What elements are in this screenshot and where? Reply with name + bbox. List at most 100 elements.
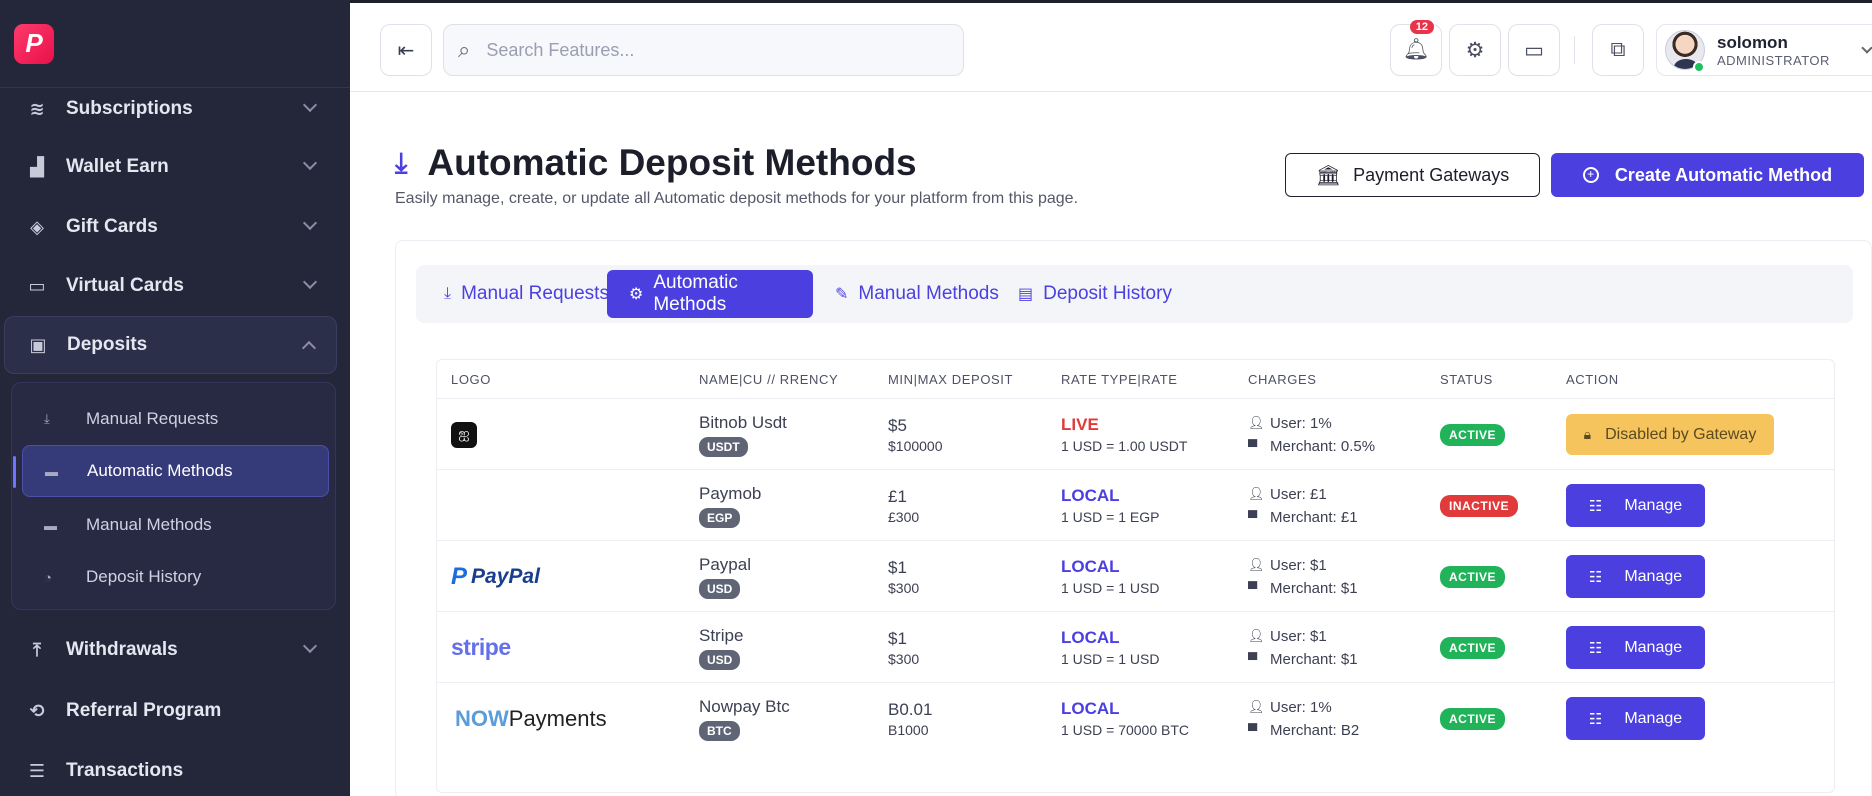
disabled-by-gateway-button[interactable]: 🔒︎ Disabled by Gateway bbox=[1566, 414, 1774, 455]
table-row: stripe Stripe USD $1 $300 LOCAL 1 USD = … bbox=[437, 611, 1834, 682]
min-deposit: $1 bbox=[888, 557, 907, 577]
rate-cell: LIVE 1 USD = 1.00 USDT bbox=[1061, 399, 1187, 470]
logo-cell: ஐ bbox=[451, 399, 477, 470]
status-badge: ACTIVE bbox=[1440, 707, 1506, 730]
rate-type: LOCAL bbox=[1061, 486, 1120, 505]
max-deposit: B1000 bbox=[888, 721, 929, 738]
charges-cell: 👤︎ User: £1 ▀ Merchant: £1 bbox=[1248, 470, 1358, 541]
nowpayments-logo: NOWPayments bbox=[455, 705, 607, 731]
submenu-item-automatic-methods[interactable]: ▬ Automatic Methods bbox=[13, 445, 329, 497]
user-icon: 👤︎ bbox=[1248, 699, 1265, 714]
rate-type: LIVE bbox=[1061, 415, 1099, 434]
download-icon: ⤓ bbox=[444, 285, 452, 302]
table-row: ஐ Bitnob Usdt USDT $5 $100000 LIVE 1 USD… bbox=[437, 398, 1834, 469]
submenu-item-deposit-history[interactable]: ◔ Deposit History bbox=[22, 551, 329, 603]
action-cell: ☷ Manage bbox=[1566, 612, 1705, 683]
deposit-limits-cell: $1 $300 bbox=[888, 612, 919, 683]
collapse-sidebar-button[interactable]: ⇤ bbox=[380, 24, 432, 76]
app-logo[interactable]: P bbox=[14, 23, 54, 64]
column-header: ACTION bbox=[1566, 371, 1619, 387]
download-icon: ⤓ bbox=[44, 411, 50, 426]
sidebar-item-virtual-cards[interactable]: ▭ Virtual Cards bbox=[4, 257, 337, 315]
sidebar-item-deposits[interactable]: ▣ Deposits bbox=[4, 316, 337, 374]
submenu-item-manual-methods[interactable]: ▬ Manual Methods bbox=[22, 499, 329, 551]
search-input[interactable] bbox=[486, 39, 927, 61]
search-bar[interactable]: ⌕ bbox=[443, 24, 964, 76]
user-role: ADMINISTRATOR bbox=[1717, 52, 1830, 68]
name-cell: Paymob EGP bbox=[699, 470, 761, 541]
tab-manual-methods[interactable]: ✎ Manual Methods bbox=[813, 270, 1021, 318]
sidebar-item-subscriptions[interactable]: ≋ Subscriptions bbox=[4, 80, 337, 138]
sidebar-item-wallet-earn[interactable]: ▟ Wallet Earn bbox=[4, 138, 337, 196]
currency-badge: USD bbox=[699, 578, 741, 599]
tab-deposit-history[interactable]: ▤ Deposit History bbox=[996, 270, 1194, 318]
manage-button[interactable]: ☷ Manage bbox=[1566, 697, 1705, 740]
sliders-icon: ☷ bbox=[1588, 710, 1603, 728]
notifications-button[interactable]: 🔔︎ 12 bbox=[1390, 20, 1442, 76]
user-name: solomon bbox=[1717, 32, 1788, 52]
status-cell: ACTIVE bbox=[1440, 683, 1506, 754]
rate-value: 1 USD = 1 USD bbox=[1061, 651, 1160, 667]
currency-badge: EGP bbox=[699, 507, 741, 528]
plus-circle-icon: + bbox=[1582, 167, 1599, 183]
merchant-charge: Merchant: $1 bbox=[1270, 579, 1358, 597]
charges-cell: 👤︎ User: $1 ▀ Merchant: $1 bbox=[1248, 612, 1358, 683]
sidebar: P ≋ Subscriptions ▟ Wallet Earn ◈ Gift C… bbox=[0, 0, 350, 796]
tab-manual-requests[interactable]: ⤓ Manual Requests bbox=[422, 270, 631, 318]
store-icon: ▀ bbox=[1248, 651, 1258, 667]
display-button[interactable]: ▭ bbox=[1508, 24, 1560, 76]
sidebar-item-label: Withdrawals bbox=[66, 639, 178, 660]
min-deposit: $1 bbox=[888, 628, 907, 648]
column-header: NAME|CU // RRENCY bbox=[699, 371, 839, 387]
sidebar-item-transactions[interactable]: ☰ Transactions bbox=[4, 742, 337, 796]
sidebar-item-gift-cards[interactable]: ◈ Gift Cards bbox=[4, 198, 337, 256]
sidebar-item-label: Subscriptions bbox=[66, 98, 193, 119]
download-icon: ⤓ bbox=[395, 146, 408, 178]
action-label: Manage bbox=[1624, 638, 1683, 656]
settings-button[interactable]: ⚙ bbox=[1449, 24, 1501, 76]
chart-up-icon: ▟ bbox=[30, 156, 44, 177]
submenu-item-label: Deposit History bbox=[86, 567, 202, 586]
create-automatic-method-button[interactable]: + Create Automatic Method bbox=[1551, 153, 1864, 197]
rate-type: LOCAL bbox=[1061, 557, 1120, 576]
manage-button[interactable]: ☷ Manage bbox=[1566, 626, 1705, 669]
manage-button[interactable]: ☷ Manage bbox=[1566, 555, 1705, 598]
user-profile-menu[interactable]: solomon ADMINISTRATOR bbox=[1656, 24, 1872, 76]
card-icon: ▬ bbox=[45, 463, 58, 479]
column-header: MIN|MAX DEPOSIT bbox=[888, 371, 1014, 387]
submenu-item-label: Manual Requests bbox=[86, 409, 219, 428]
user-charge: User: 1% bbox=[1270, 698, 1332, 716]
logo-cell: NOWPayments bbox=[455, 683, 607, 754]
submenu-item-manual-requests[interactable]: ⤓ Manual Requests bbox=[22, 393, 329, 445]
column-header: LOGO bbox=[451, 371, 491, 387]
payment-gateways-button[interactable]: 🏛︎ Payment Gateways bbox=[1285, 153, 1540, 197]
deposits-submenu: ⤓ Manual Requests ▬ Automatic Methods ▬ … bbox=[11, 382, 336, 610]
merchant-charge: Merchant: B2 bbox=[1270, 721, 1360, 739]
charges-cell: 👤︎ User: $1 ▀ Merchant: $1 bbox=[1248, 541, 1358, 612]
manage-button[interactable]: ☷ Manage bbox=[1566, 484, 1705, 527]
method-name: Nowpay Btc bbox=[699, 696, 790, 716]
rate-value: 1 USD = 1 EGP bbox=[1061, 509, 1160, 525]
status-badge: ACTIVE bbox=[1440, 423, 1506, 446]
chevron-down-icon bbox=[302, 638, 318, 654]
sidebar-item-label: Virtual Cards bbox=[66, 275, 184, 296]
sidebar-item-referral-program[interactable]: ⟲ Referral Program bbox=[4, 682, 337, 740]
translate-button[interactable]: ⧉ bbox=[1592, 24, 1644, 76]
deposit-limits-cell: $1 $300 bbox=[888, 541, 919, 612]
status-badge: ACTIVE bbox=[1440, 565, 1506, 588]
chevron-down-icon bbox=[302, 155, 318, 171]
list-icon: ☰ bbox=[28, 760, 46, 781]
rate-value: 1 USD = 70000 BTC bbox=[1061, 722, 1190, 738]
rate-cell: LOCAL 1 USD = 1 USD bbox=[1061, 541, 1159, 612]
tab-automatic-methods[interactable]: ⚙ Automatic Methods bbox=[607, 270, 813, 318]
name-cell: Bitnob Usdt USDT bbox=[699, 399, 787, 470]
deposit-limits-cell: £1 £300 bbox=[888, 470, 919, 541]
notification-badge: 12 bbox=[1409, 20, 1434, 34]
rate-value: 1 USD = 1.00 USDT bbox=[1061, 438, 1188, 454]
status-cell: INACTIVE bbox=[1440, 470, 1519, 541]
sidebar-item-withdrawals[interactable]: ⤒ Withdrawals bbox=[4, 621, 337, 679]
merchant-charge: Merchant: 0.5% bbox=[1270, 437, 1376, 455]
card-icon: ▬ bbox=[44, 517, 57, 533]
sidebar-item-label: Gift Cards bbox=[66, 216, 158, 237]
topbar: ⇤ ⌕ 🔔︎ 12 ⚙ ▭ ⧉ solomon ADMINISTRATOR bbox=[350, 0, 1872, 92]
